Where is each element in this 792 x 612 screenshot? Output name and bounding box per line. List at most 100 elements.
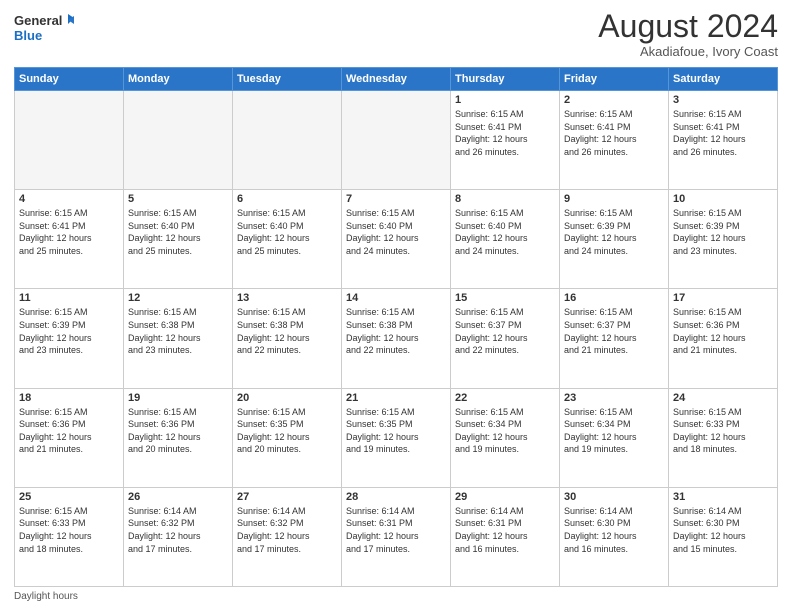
day-number: 21	[346, 392, 446, 404]
day-number: 10	[673, 193, 773, 205]
day-cell: 25Sunrise: 6:15 AM Sunset: 6:33 PM Dayli…	[15, 487, 124, 586]
day-info: Sunrise: 6:15 AM Sunset: 6:34 PM Dayligh…	[564, 406, 664, 456]
day-cell: 10 Sunrise: 6:15 AM Sunset: 6:39 PM Dayli…	[669, 190, 778, 289]
day-info: Sunrise: 6:14 AM Sunset: 6:32 PM Dayligh…	[237, 505, 337, 555]
day-cell: 17Sunrise: 6:15 AM Sunset: 6:36 PM Dayli…	[669, 289, 778, 388]
weekday-header-row: SundayMondayTuesdayWednesdayThursdayFrid…	[15, 68, 778, 91]
day-cell: 4 Sunrise: 6:15 AM Sunset: 6:41 PM Daylig…	[15, 190, 124, 289]
day-cell: 15 Sunrise: 6:15 AM Sunset: 6:37 PM Dayli…	[451, 289, 560, 388]
day-info: Sunrise: 6:15 AM Sunset: 6:39 PM Dayligh…	[564, 207, 664, 257]
day-number: 22	[455, 392, 555, 404]
weekday-header-wednesday: Wednesday	[342, 68, 451, 91]
day-number: 11	[19, 292, 119, 304]
day-info: Sunrise: 6:14 AM Sunset: 6:30 PM Dayligh…	[564, 505, 664, 555]
day-cell: 26 Sunrise: 6:14 AM Sunset: 6:32 PM Dayli…	[124, 487, 233, 586]
day-cell: 5 Sunrise: 6:15 AM Sunset: 6:40 PM Daylig…	[124, 190, 233, 289]
day-cell: 27Sunrise: 6:14 AM Sunset: 6:32 PM Dayli…	[233, 487, 342, 586]
day-info: Sunrise: 6:15 AM Sunset: 6:36 PM Dayligh…	[128, 406, 228, 456]
day-number: 9	[564, 193, 664, 205]
weekday-header-tuesday: Tuesday	[233, 68, 342, 91]
day-cell: 23Sunrise: 6:15 AM Sunset: 6:34 PM Dayli…	[560, 388, 669, 487]
day-cell	[124, 91, 233, 190]
day-cell: 8 Sunrise: 6:15 AM Sunset: 6:40 PM Daylig…	[451, 190, 560, 289]
day-cell: 19 Sunrise: 6:15 AM Sunset: 6:36 PM Dayli…	[124, 388, 233, 487]
day-cell: 30 Sunrise: 6:14 AM Sunset: 6:30 PM Dayli…	[560, 487, 669, 586]
title-block: August 2024 Akadiafoue, Ivory Coast	[598, 10, 778, 59]
svg-text:General: General	[14, 13, 62, 28]
day-cell: 14 Sunrise: 6:15 AM Sunset: 6:38 PM Dayli…	[342, 289, 451, 388]
day-info: Sunrise: 6:15 AM Sunset: 6:40 PM Dayligh…	[346, 207, 446, 257]
day-number: 19	[128, 392, 228, 404]
week-row-4: 18 Sunrise: 6:15 AM Sunset: 6:36 PM Dayli…	[15, 388, 778, 487]
svg-text:Blue: Blue	[14, 28, 42, 43]
day-info: Sunrise: 6:15 AM Sunset: 6:33 PM Dayligh…	[19, 505, 119, 555]
day-cell: 21 Sunrise: 6:15 AM Sunset: 6:35 PM Dayli…	[342, 388, 451, 487]
day-number: 3	[673, 94, 773, 106]
day-number: 14	[346, 292, 446, 304]
day-info: Sunrise: 6:14 AM Sunset: 6:31 PM Dayligh…	[455, 505, 555, 555]
day-info: Sunrise: 6:15 AM Sunset: 6:41 PM Dayligh…	[19, 207, 119, 257]
logo: General Blue	[14, 10, 74, 46]
day-cell: 2 Sunrise: 6:15 AM Sunset: 6:41 PM Daylig…	[560, 91, 669, 190]
day-info: Sunrise: 6:15 AM Sunset: 6:33 PM Dayligh…	[673, 406, 773, 456]
day-cell: 29Sunrise: 6:14 AM Sunset: 6:31 PM Dayli…	[451, 487, 560, 586]
weekday-header-saturday: Saturday	[669, 68, 778, 91]
page: General Blue August 2024 Akadiafoue, Ivo…	[0, 0, 792, 612]
day-info: Sunrise: 6:15 AM Sunset: 6:35 PM Dayligh…	[237, 406, 337, 456]
location: Akadiafoue, Ivory Coast	[598, 44, 778, 59]
day-number: 2	[564, 94, 664, 106]
day-info: Sunrise: 6:15 AM Sunset: 6:34 PM Dayligh…	[455, 406, 555, 456]
day-info: Sunrise: 6:15 AM Sunset: 6:39 PM Dayligh…	[673, 207, 773, 257]
day-cell: 20Sunrise: 6:15 AM Sunset: 6:35 PM Dayli…	[233, 388, 342, 487]
day-info: Sunrise: 6:15 AM Sunset: 6:41 PM Dayligh…	[564, 108, 664, 158]
day-cell: 13Sunrise: 6:15 AM Sunset: 6:38 PM Dayli…	[233, 289, 342, 388]
day-cell: 11 Sunrise: 6:15 AM Sunset: 6:39 PM Dayli…	[15, 289, 124, 388]
month-title: August 2024	[598, 10, 778, 42]
weekday-header-sunday: Sunday	[15, 68, 124, 91]
day-info: Sunrise: 6:15 AM Sunset: 6:39 PM Dayligh…	[19, 306, 119, 356]
day-info: Sunrise: 6:14 AM Sunset: 6:31 PM Dayligh…	[346, 505, 446, 555]
day-cell	[15, 91, 124, 190]
day-number: 8	[455, 193, 555, 205]
day-number: 4	[19, 193, 119, 205]
weekday-header-thursday: Thursday	[451, 68, 560, 91]
day-info: Sunrise: 6:15 AM Sunset: 6:40 PM Dayligh…	[455, 207, 555, 257]
day-number: 18	[19, 392, 119, 404]
weekday-header-friday: Friday	[560, 68, 669, 91]
day-info: Sunrise: 6:14 AM Sunset: 6:32 PM Dayligh…	[128, 505, 228, 555]
day-info: Sunrise: 6:15 AM Sunset: 6:37 PM Dayligh…	[455, 306, 555, 356]
day-number: 30	[564, 491, 664, 503]
day-number: 12	[128, 292, 228, 304]
day-cell: 28Sunrise: 6:14 AM Sunset: 6:31 PM Dayli…	[342, 487, 451, 586]
day-number: 26	[128, 491, 228, 503]
day-cell: 31 Sunrise: 6:14 AM Sunset: 6:30 PM Dayli…	[669, 487, 778, 586]
day-info: Sunrise: 6:15 AM Sunset: 6:38 PM Dayligh…	[237, 306, 337, 356]
day-info: Sunrise: 6:15 AM Sunset: 6:35 PM Dayligh…	[346, 406, 446, 456]
day-cell: 24 Sunrise: 6:15 AM Sunset: 6:33 PM Dayli…	[669, 388, 778, 487]
day-number: 15	[455, 292, 555, 304]
day-cell	[342, 91, 451, 190]
day-info: Sunrise: 6:14 AM Sunset: 6:30 PM Dayligh…	[673, 505, 773, 555]
day-info: Sunrise: 6:15 AM Sunset: 6:41 PM Dayligh…	[455, 108, 555, 158]
week-row-5: 25Sunrise: 6:15 AM Sunset: 6:33 PM Dayli…	[15, 487, 778, 586]
day-info: Sunrise: 6:15 AM Sunset: 6:36 PM Dayligh…	[673, 306, 773, 356]
day-cell: 18Sunrise: 6:15 AM Sunset: 6:36 PM Dayli…	[15, 388, 124, 487]
week-row-2: 4 Sunrise: 6:15 AM Sunset: 6:41 PM Daylig…	[15, 190, 778, 289]
day-number: 16	[564, 292, 664, 304]
week-row-1: 1Sunrise: 6:15 AM Sunset: 6:41 PM Daylig…	[15, 91, 778, 190]
day-cell: 9 Sunrise: 6:15 AM Sunset: 6:39 PM Daylig…	[560, 190, 669, 289]
day-info: Sunrise: 6:15 AM Sunset: 6:40 PM Dayligh…	[128, 207, 228, 257]
day-cell	[233, 91, 342, 190]
day-info: Sunrise: 6:15 AM Sunset: 6:38 PM Dayligh…	[346, 306, 446, 356]
day-cell: 12Sunrise: 6:15 AM Sunset: 6:38 PM Dayli…	[124, 289, 233, 388]
day-info: Sunrise: 6:15 AM Sunset: 6:40 PM Dayligh…	[237, 207, 337, 257]
day-number: 7	[346, 193, 446, 205]
day-number: 31	[673, 491, 773, 503]
day-number: 6	[237, 193, 337, 205]
logo-svg: General Blue	[14, 10, 74, 46]
day-number: 5	[128, 193, 228, 205]
day-info: Sunrise: 6:15 AM Sunset: 6:41 PM Dayligh…	[673, 108, 773, 158]
day-number: 24	[673, 392, 773, 404]
day-info: Sunrise: 6:15 AM Sunset: 6:37 PM Dayligh…	[564, 306, 664, 356]
header: General Blue August 2024 Akadiafoue, Ivo…	[14, 10, 778, 59]
